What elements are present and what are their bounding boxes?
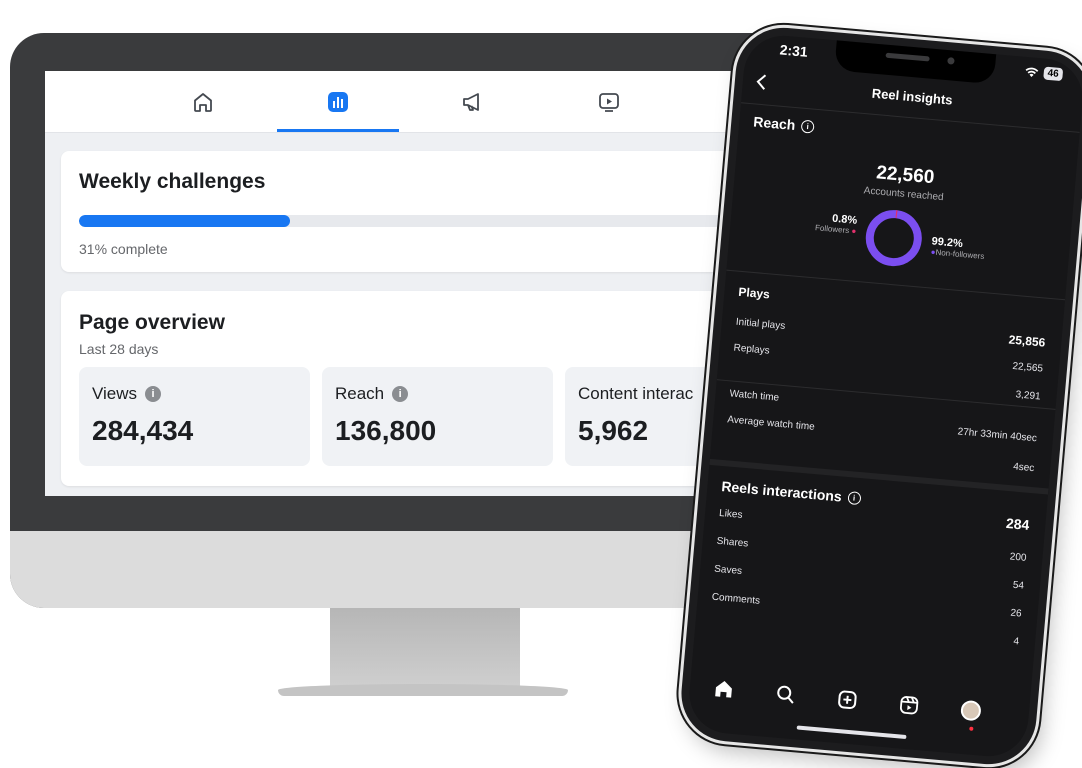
plays-title: Plays [737, 284, 771, 302]
tab-insights[interactable] [277, 71, 399, 132]
insights-bar-chart-icon [328, 91, 348, 112]
weekly-progress-fill [79, 215, 290, 227]
saves-label: Saves [713, 563, 743, 578]
status-indicators: 46 [1024, 65, 1064, 82]
metric-views[interactable]: Views i 284,434 [79, 367, 310, 466]
watch-time-value: 27hr 33min 40sec [957, 426, 1038, 445]
weekly-challenges-title: Weekly challenges [79, 170, 266, 193]
followers-stat: 0.8% Followers ● [790, 209, 858, 236]
monitor-chin [10, 531, 760, 608]
comments-label: Comments [711, 591, 761, 607]
initial-plays-label: Initial plays [735, 316, 786, 332]
reach-title: Reach [752, 113, 796, 134]
followers-label: Followers [814, 223, 850, 236]
comments-value: 4 [1013, 636, 1020, 648]
page-overview-card: Page overview Last 28 days Views i 284,4… [61, 291, 760, 486]
desktop-monitor: Weekly challenges 31% complete Page over… [10, 33, 760, 608]
reels-interactions-total: 284 [1005, 514, 1031, 533]
nonfollowers-stat: 99.2% ●Non-followers [930, 235, 985, 261]
info-icon[interactable]: i [392, 386, 409, 402]
initial-plays-value: 22,565 [1011, 360, 1044, 375]
weekly-progress-status: 31% complete [79, 241, 168, 257]
phone-device: 2:31 46 Reel insights Reach i 22,560 Acc… [677, 23, 1082, 768]
tab-search[interactable] [773, 681, 799, 707]
metric-content-interactions-label: Content interac [578, 384, 694, 403]
profile-avatar [960, 699, 982, 731]
reels-icon [899, 696, 919, 715]
info-icon[interactable]: i [800, 119, 815, 134]
replays-label: Replays [733, 342, 771, 357]
followers-dot: ● [851, 226, 857, 236]
reel-insights-title: Reel insights [871, 85, 954, 108]
megaphone-icon [463, 92, 479, 111]
tab-profile[interactable] [958, 698, 984, 731]
tab-video[interactable] [548, 71, 670, 132]
reach-donut-chart [865, 210, 922, 267]
plays-total: 25,856 [1008, 332, 1046, 350]
home-icon [194, 92, 212, 112]
donut-nonfollowers-arc [865, 210, 922, 267]
phone-tab-bar [688, 666, 1030, 735]
metric-content-interactions-value: 5,962 [578, 415, 649, 446]
reach-section-header: Reach i [753, 113, 815, 134]
tab-home[interactable] [142, 71, 264, 132]
reels-interactions-header: Reels interactions i [720, 478, 862, 506]
likes-label: Likes [718, 507, 743, 521]
average-watch-time-value: 4sec [1012, 461, 1035, 475]
metric-reach-value: 136,800 [335, 415, 437, 446]
shares-label: Shares [716, 535, 749, 550]
monitor-stand [330, 608, 520, 688]
average-watch-time-label: Average watch time [726, 414, 816, 433]
notification-dot [969, 726, 974, 731]
battery-indicator: 46 [1043, 66, 1064, 82]
shares-value: 54 [1012, 579, 1025, 592]
tab-create[interactable] [834, 687, 860, 713]
replays-value: 3,291 [1015, 389, 1041, 403]
monitor-stand-base [278, 684, 568, 696]
create-icon [838, 690, 857, 710]
status-time: 2:31 [779, 41, 809, 60]
home-icon [715, 681, 732, 698]
tab-ads[interactable] [413, 71, 535, 132]
page-overview-title: Page overview [79, 311, 225, 334]
search-icon [777, 685, 794, 704]
weekly-progress-bar [79, 215, 759, 227]
metric-reach-label: Reach [335, 384, 385, 403]
metric-reach[interactable]: Reach i 136,800 [322, 367, 553, 466]
page-overview-period: Last 28 days [79, 341, 159, 357]
tab-reels[interactable] [896, 692, 922, 718]
home-indicator [796, 725, 907, 740]
saves-value: 26 [1009, 607, 1022, 620]
metric-views-label: Views [92, 384, 138, 403]
likes-value: 200 [1009, 551, 1027, 564]
info-icon[interactable]: i [145, 386, 162, 402]
tab-home[interactable] [711, 676, 737, 702]
weekly-challenges-card[interactable]: Weekly challenges 31% complete [61, 151, 760, 272]
watch-time-label: Watch time [729, 388, 780, 404]
wifi-icon [1025, 67, 1039, 77]
info-icon[interactable]: i [847, 490, 862, 505]
top-navigation [45, 71, 760, 133]
video-play-icon [599, 92, 619, 112]
desktop-screen: Weekly challenges 31% complete Page over… [45, 71, 760, 496]
reels-interactions-title: Reels interactions [720, 478, 843, 505]
metric-views-value: 284,434 [92, 415, 194, 446]
